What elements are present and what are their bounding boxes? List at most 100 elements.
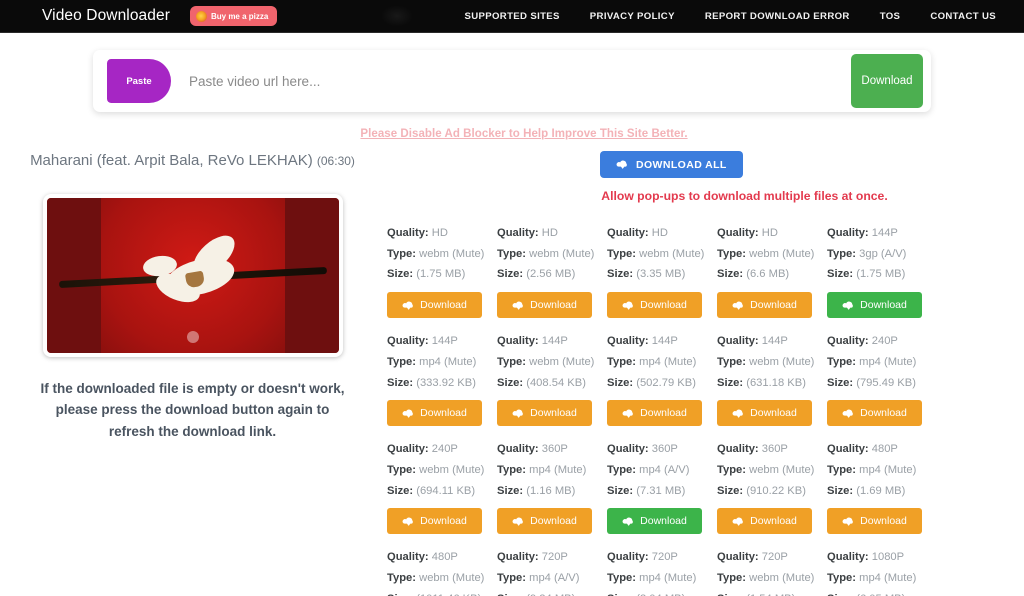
download-all-button[interactable]: DOWNLOAD ALL <box>600 151 743 178</box>
cloud-download-icon <box>616 159 629 170</box>
quality-label-row: Quality: HD <box>607 223 717 244</box>
format-download-button[interactable]: Download <box>827 292 922 318</box>
paste-button[interactable]: Paste <box>107 59 171 103</box>
quality-value: 144P <box>652 335 678 347</box>
format-download-button[interactable]: Download <box>497 508 592 534</box>
size-label: Size: <box>717 377 743 389</box>
size-label: Size: <box>827 377 853 389</box>
format-cell: Quality: 144PType: webm (Mute)Size: (408… <box>497 331 607 439</box>
format-download-button[interactable]: Download <box>607 400 702 426</box>
format-cell: Quality: 1080PType: mp4 (Mute)Size: (6.0… <box>827 547 937 596</box>
type-label: Type: <box>497 248 526 260</box>
video-title-text: Maharani (feat. Arpit Bala, ReVo LEKHAK) <box>30 152 313 169</box>
format-download-label: Download <box>420 407 467 419</box>
buy-me-a-pizza-label: Buy me a pizza <box>211 12 268 21</box>
cloud-download-icon <box>842 408 855 419</box>
format-download-button[interactable]: Download <box>827 400 922 426</box>
quality-value: 144P <box>432 335 458 347</box>
format-cell: Quality: HDType: webm (Mute)Size: (2.56 … <box>497 223 607 331</box>
size-label-row: Size: (408.54 KB) <box>497 373 607 394</box>
quality-label: Quality: <box>497 443 539 455</box>
type-label: Type: <box>607 248 636 260</box>
quality-label-row: Quality: 360P <box>497 439 607 460</box>
format-download-button[interactable]: Download <box>497 292 592 318</box>
format-download-button[interactable]: Download <box>497 400 592 426</box>
type-label: Type: <box>827 356 856 368</box>
quality-label-row: Quality: HD <box>387 223 497 244</box>
download-submit-button[interactable]: Download <box>851 54 923 108</box>
format-cell: Quality: 240PType: mp4 (Mute)Size: (795.… <box>827 331 937 439</box>
type-label: Type: <box>607 572 636 584</box>
format-download-button[interactable]: Download <box>607 292 702 318</box>
video-duration: (06:30) <box>317 154 355 168</box>
size-label-row: Size: (1.75 MB) <box>827 264 937 285</box>
cloud-download-icon <box>842 516 855 527</box>
type-value: mp4 (Mute) <box>639 356 696 368</box>
quality-label: Quality: <box>607 227 649 239</box>
type-label-row: Type: mp4 (Mute) <box>607 568 717 589</box>
size-value: (1.75 MB) <box>416 268 465 280</box>
play-indicator-icon[interactable] <box>187 331 199 343</box>
format-cell: Quality: 480PType: webm (Mute)Size: (101… <box>387 547 497 596</box>
type-label-row: Type: webm (Mute) <box>717 568 827 589</box>
quality-label: Quality: <box>827 227 869 239</box>
video-url-input[interactable] <box>171 59 851 103</box>
type-label: Type: <box>497 356 526 368</box>
quality-label: Quality: <box>717 335 759 347</box>
quality-label: Quality: <box>497 551 539 563</box>
size-label: Size: <box>497 485 523 497</box>
type-label-row: Type: 3gp (A/V) <box>827 244 937 265</box>
size-label: Size: <box>387 485 413 497</box>
video-thumbnail[interactable] <box>43 194 343 357</box>
format-cell: Quality: 720PType: mp4 (A/V)Size: (9.24 … <box>497 547 607 596</box>
quality-label: Quality: <box>387 443 429 455</box>
size-label-row: Size: (694.11 KB) <box>387 481 497 502</box>
nav-contact-us[interactable]: CONTACT US <box>930 11 996 22</box>
format-cell: Quality: 240PType: webm (Mute)Size: (694… <box>387 439 497 547</box>
type-label-row: Type: webm (Mute) <box>387 568 497 589</box>
nav-privacy-policy[interactable]: PRIVACY POLICY <box>590 11 675 22</box>
format-download-button[interactable]: Download <box>717 400 812 426</box>
quality-label: Quality: <box>497 227 539 239</box>
quality-label: Quality: <box>607 335 649 347</box>
quality-label: Quality: <box>387 335 429 347</box>
type-value: webm (Mute) <box>749 248 814 260</box>
format-download-button[interactable]: Download <box>827 508 922 534</box>
format-download-button[interactable]: Download <box>387 400 482 426</box>
format-download-label: Download <box>750 407 797 419</box>
nav-supported-sites[interactable]: SUPPORTED SITES <box>464 11 559 22</box>
size-label: Size: <box>607 268 633 280</box>
cloud-download-icon <box>402 408 415 419</box>
type-value: mp4 (Mute) <box>859 572 916 584</box>
type-value: webm (Mute) <box>529 356 594 368</box>
format-download-label: Download <box>530 515 577 527</box>
main-navigation: SUPPORTED SITES PRIVACY POLICY REPORT DO… <box>464 11 996 22</box>
type-label: Type: <box>827 464 856 476</box>
cloud-download-icon <box>732 300 745 311</box>
format-download-button[interactable]: Download <box>387 508 482 534</box>
format-download-label: Download <box>860 299 907 311</box>
size-value: (795.49 KB) <box>856 377 916 389</box>
size-label: Size: <box>607 377 633 389</box>
cloud-download-icon <box>402 516 415 527</box>
format-download-button[interactable]: Download <box>387 292 482 318</box>
size-value: (6.6 MB) <box>746 268 789 280</box>
format-download-label: Download <box>530 299 577 311</box>
format-download-button[interactable]: Download <box>717 508 812 534</box>
size-value: (2.56 MB) <box>526 268 575 280</box>
quality-label: Quality: <box>387 227 429 239</box>
format-download-button[interactable]: Download <box>607 508 702 534</box>
type-label-row: Type: mp4 (Mute) <box>827 568 937 589</box>
format-download-button[interactable]: Download <box>717 292 812 318</box>
nav-report-download-error[interactable]: REPORT DOWNLOAD ERROR <box>705 11 850 22</box>
quality-label-row: Quality: 240P <box>387 439 497 460</box>
size-label-row: Size: (1.16 MB) <box>497 481 607 502</box>
quality-label: Quality: <box>717 227 759 239</box>
buy-me-a-pizza-button[interactable]: Buy me a pizza <box>190 6 277 26</box>
nav-tos[interactable]: TOS <box>880 11 901 22</box>
size-value: (7.31 MB) <box>636 485 685 497</box>
type-label-row: Type: webm (Mute) <box>717 460 827 481</box>
quality-value: 1080P <box>872 551 904 563</box>
size-label: Size: <box>497 268 523 280</box>
main-content: Maharani (feat. Arpit Bala, ReVo LEKHAK)… <box>0 112 1024 596</box>
